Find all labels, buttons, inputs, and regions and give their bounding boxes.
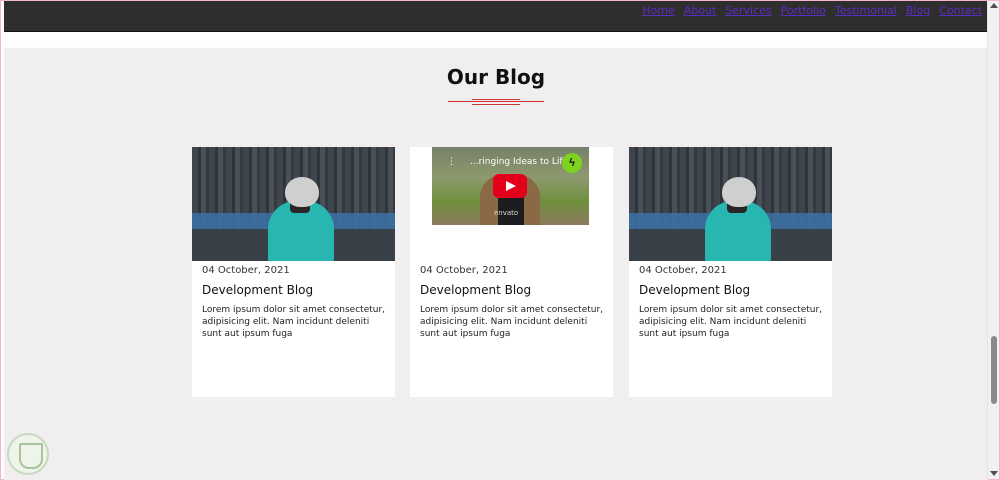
video-title[interactable]: ...ringing Ideas to Life (470, 157, 568, 167)
scroll-up-icon[interactable] (990, 3, 998, 8)
top-navbar: Home About Services Portfolio Testimonia… (4, 1, 988, 32)
envato-leaf-icon: ϟ (562, 153, 582, 173)
blog-card-2[interactable]: ⋮ ...ringing Ideas to Life ϟ envato 04 O… (410, 147, 613, 397)
blog-card-date: 04 October, 2021 (420, 265, 508, 276)
blog-card-title[interactable]: Development Blog (202, 283, 313, 297)
blog-card-excerpt: Lorem ipsum dolor sit amet consectetur, … (202, 305, 386, 339)
section-title: Our Blog (446, 65, 546, 89)
blog-card-title[interactable]: Development Blog (420, 283, 531, 297)
vertical-scrollbar[interactable] (987, 1, 999, 479)
blog-card-title[interactable]: Development Blog (639, 283, 750, 297)
shield-badge-icon (7, 433, 49, 475)
blog-section: Our Blog 04 October, 2021 Development Bl… (4, 48, 988, 480)
nav-blog[interactable]: Blog (906, 4, 930, 17)
video-brand: envato (494, 209, 519, 217)
nav-about[interactable]: About (684, 4, 717, 17)
nav-contact[interactable]: Contact (939, 4, 982, 17)
nav-portfolio[interactable]: Portfolio (781, 4, 826, 17)
more-vert-icon[interactable]: ⋮ (447, 156, 456, 167)
blog-card-excerpt: Lorem ipsum dolor sit amet consectetur, … (639, 305, 823, 339)
scrollbar-thumb[interactable] (991, 336, 997, 404)
youtube-play-icon[interactable] (493, 174, 527, 198)
blog-card-date: 04 October, 2021 (202, 265, 290, 276)
blog-card-excerpt: Lorem ipsum dolor sit amet consectetur, … (420, 305, 604, 339)
nav-testimonial[interactable]: Testimonial (835, 4, 897, 17)
blog-card-date: 04 October, 2021 (639, 265, 727, 276)
blog-card-3[interactable]: 04 October, 2021 Development Blog Lorem … (629, 147, 832, 397)
blog-card-image (192, 147, 395, 261)
main-nav: Home About Services Portfolio Testimonia… (642, 4, 982, 17)
nav-services[interactable]: Services (725, 4, 771, 17)
embedded-video[interactable]: ⋮ ...ringing Ideas to Life ϟ envato (432, 147, 589, 225)
blog-card-1[interactable]: 04 October, 2021 Development Blog Lorem … (192, 147, 395, 397)
nav-home[interactable]: Home (642, 4, 674, 17)
scroll-down-icon[interactable] (990, 471, 998, 476)
blog-card-image (629, 147, 832, 261)
title-divider (448, 98, 544, 108)
